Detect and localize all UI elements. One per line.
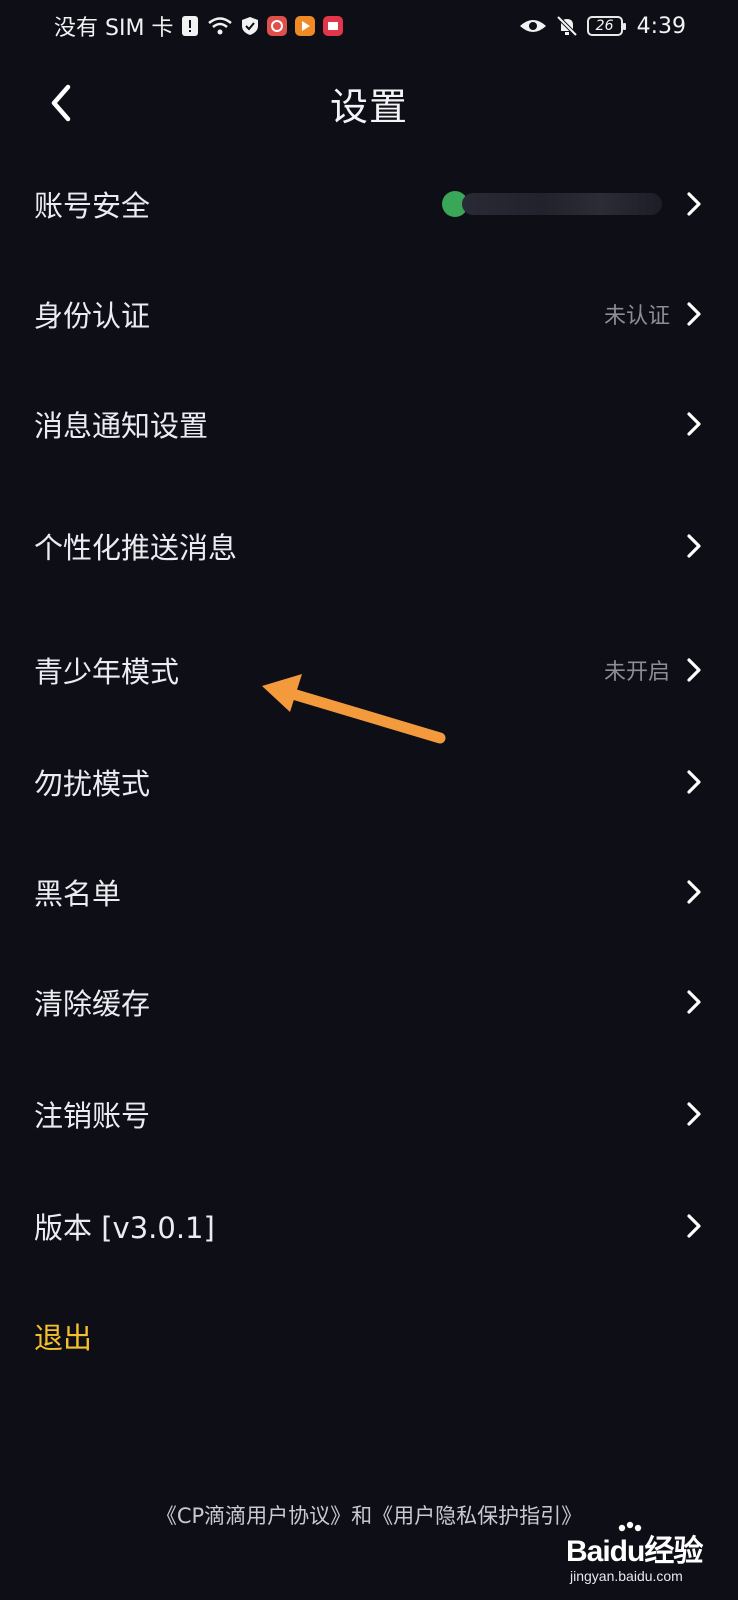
eye-icon: [519, 17, 547, 35]
battery-icon: 26: [586, 16, 626, 36]
identity-status: 未认证: [603, 304, 670, 329]
settings-row-dnd-mode[interactable]: 勿扰模式: [0, 742, 738, 822]
logout-button[interactable]: 退出: [0, 1296, 738, 1376]
settings-row-blacklist[interactable]: 黑名单: [0, 852, 738, 932]
settings-row-identity[interactable]: 身份认证 未认证: [0, 274, 738, 354]
chevron-right-icon: [687, 1102, 701, 1126]
app-icon-1: [267, 16, 288, 36]
chevron-right-icon: [687, 880, 701, 904]
chevron-right-icon: [687, 658, 701, 682]
app-icon-3: [323, 16, 344, 36]
battery-level: 26: [595, 18, 614, 34]
alert-icon: [181, 15, 199, 37]
settings-row-account-security[interactable]: 账号安全: [0, 164, 738, 244]
settings-row-version[interactable]: 版本 [v3.0.1]: [0, 1186, 738, 1266]
teen-mode-status: 未开启: [603, 660, 670, 685]
chevron-right-icon: [687, 412, 701, 436]
row-label: 账号安全: [34, 189, 151, 223]
clock: 4:39: [636, 13, 686, 39]
status-right: 26 4:39: [519, 14, 686, 39]
row-label: 注销账号: [34, 1099, 151, 1133]
back-button[interactable]: [36, 76, 84, 130]
bell-off-icon: [555, 14, 579, 38]
blurred-phone-text: [462, 193, 662, 215]
chevron-right-icon: [687, 990, 701, 1014]
masked-phone-number: [442, 191, 662, 217]
logout-label: 退出: [34, 1321, 93, 1355]
carrier-text: 没有 SIM 卡: [54, 16, 174, 41]
chevron-right-icon: [687, 770, 701, 794]
status-left: 没有 SIM 卡: [54, 10, 344, 42]
chevron-left-icon: [51, 84, 71, 122]
header: 设置: [0, 60, 738, 146]
settings-row-notifications[interactable]: 消息通知设置: [0, 384, 738, 464]
page-title: 设置: [329, 84, 408, 129]
app-icon-2: [295, 16, 316, 36]
baidu-jingyan-watermark: Baidu经验 jingyan.baidu.com: [560, 1520, 730, 1596]
row-label: 身份认证: [34, 299, 151, 333]
row-label: 消息通知设置: [34, 409, 209, 443]
settings-row-personalized-push[interactable]: 个性化推送消息: [0, 506, 738, 586]
chevron-right-icon: [687, 192, 701, 216]
settings-row-clear-cache[interactable]: 清除缓存: [0, 962, 738, 1042]
annotation-arrow-icon: [262, 674, 446, 744]
settings-row-delete-account[interactable]: 注销账号: [0, 1074, 738, 1154]
paw-logo-icon: [618, 1521, 642, 1532]
shield-icon: [241, 16, 259, 36]
chevron-right-icon: [687, 534, 701, 558]
row-label: 勿扰模式: [34, 767, 151, 801]
chevron-right-icon: [687, 1214, 701, 1238]
chevron-right-icon: [687, 302, 701, 326]
row-label: 清除缓存: [34, 987, 151, 1021]
row-label: 黑名单: [34, 877, 122, 911]
watermark-url: jingyan.baidu.com: [570, 1568, 683, 1584]
status-bar: 没有 SIM 卡 26 4:39: [0, 0, 738, 52]
row-label: 版本 [v3.0.1]: [34, 1211, 215, 1245]
row-label: 个性化推送消息: [34, 531, 238, 565]
wifi-icon: [207, 16, 233, 36]
